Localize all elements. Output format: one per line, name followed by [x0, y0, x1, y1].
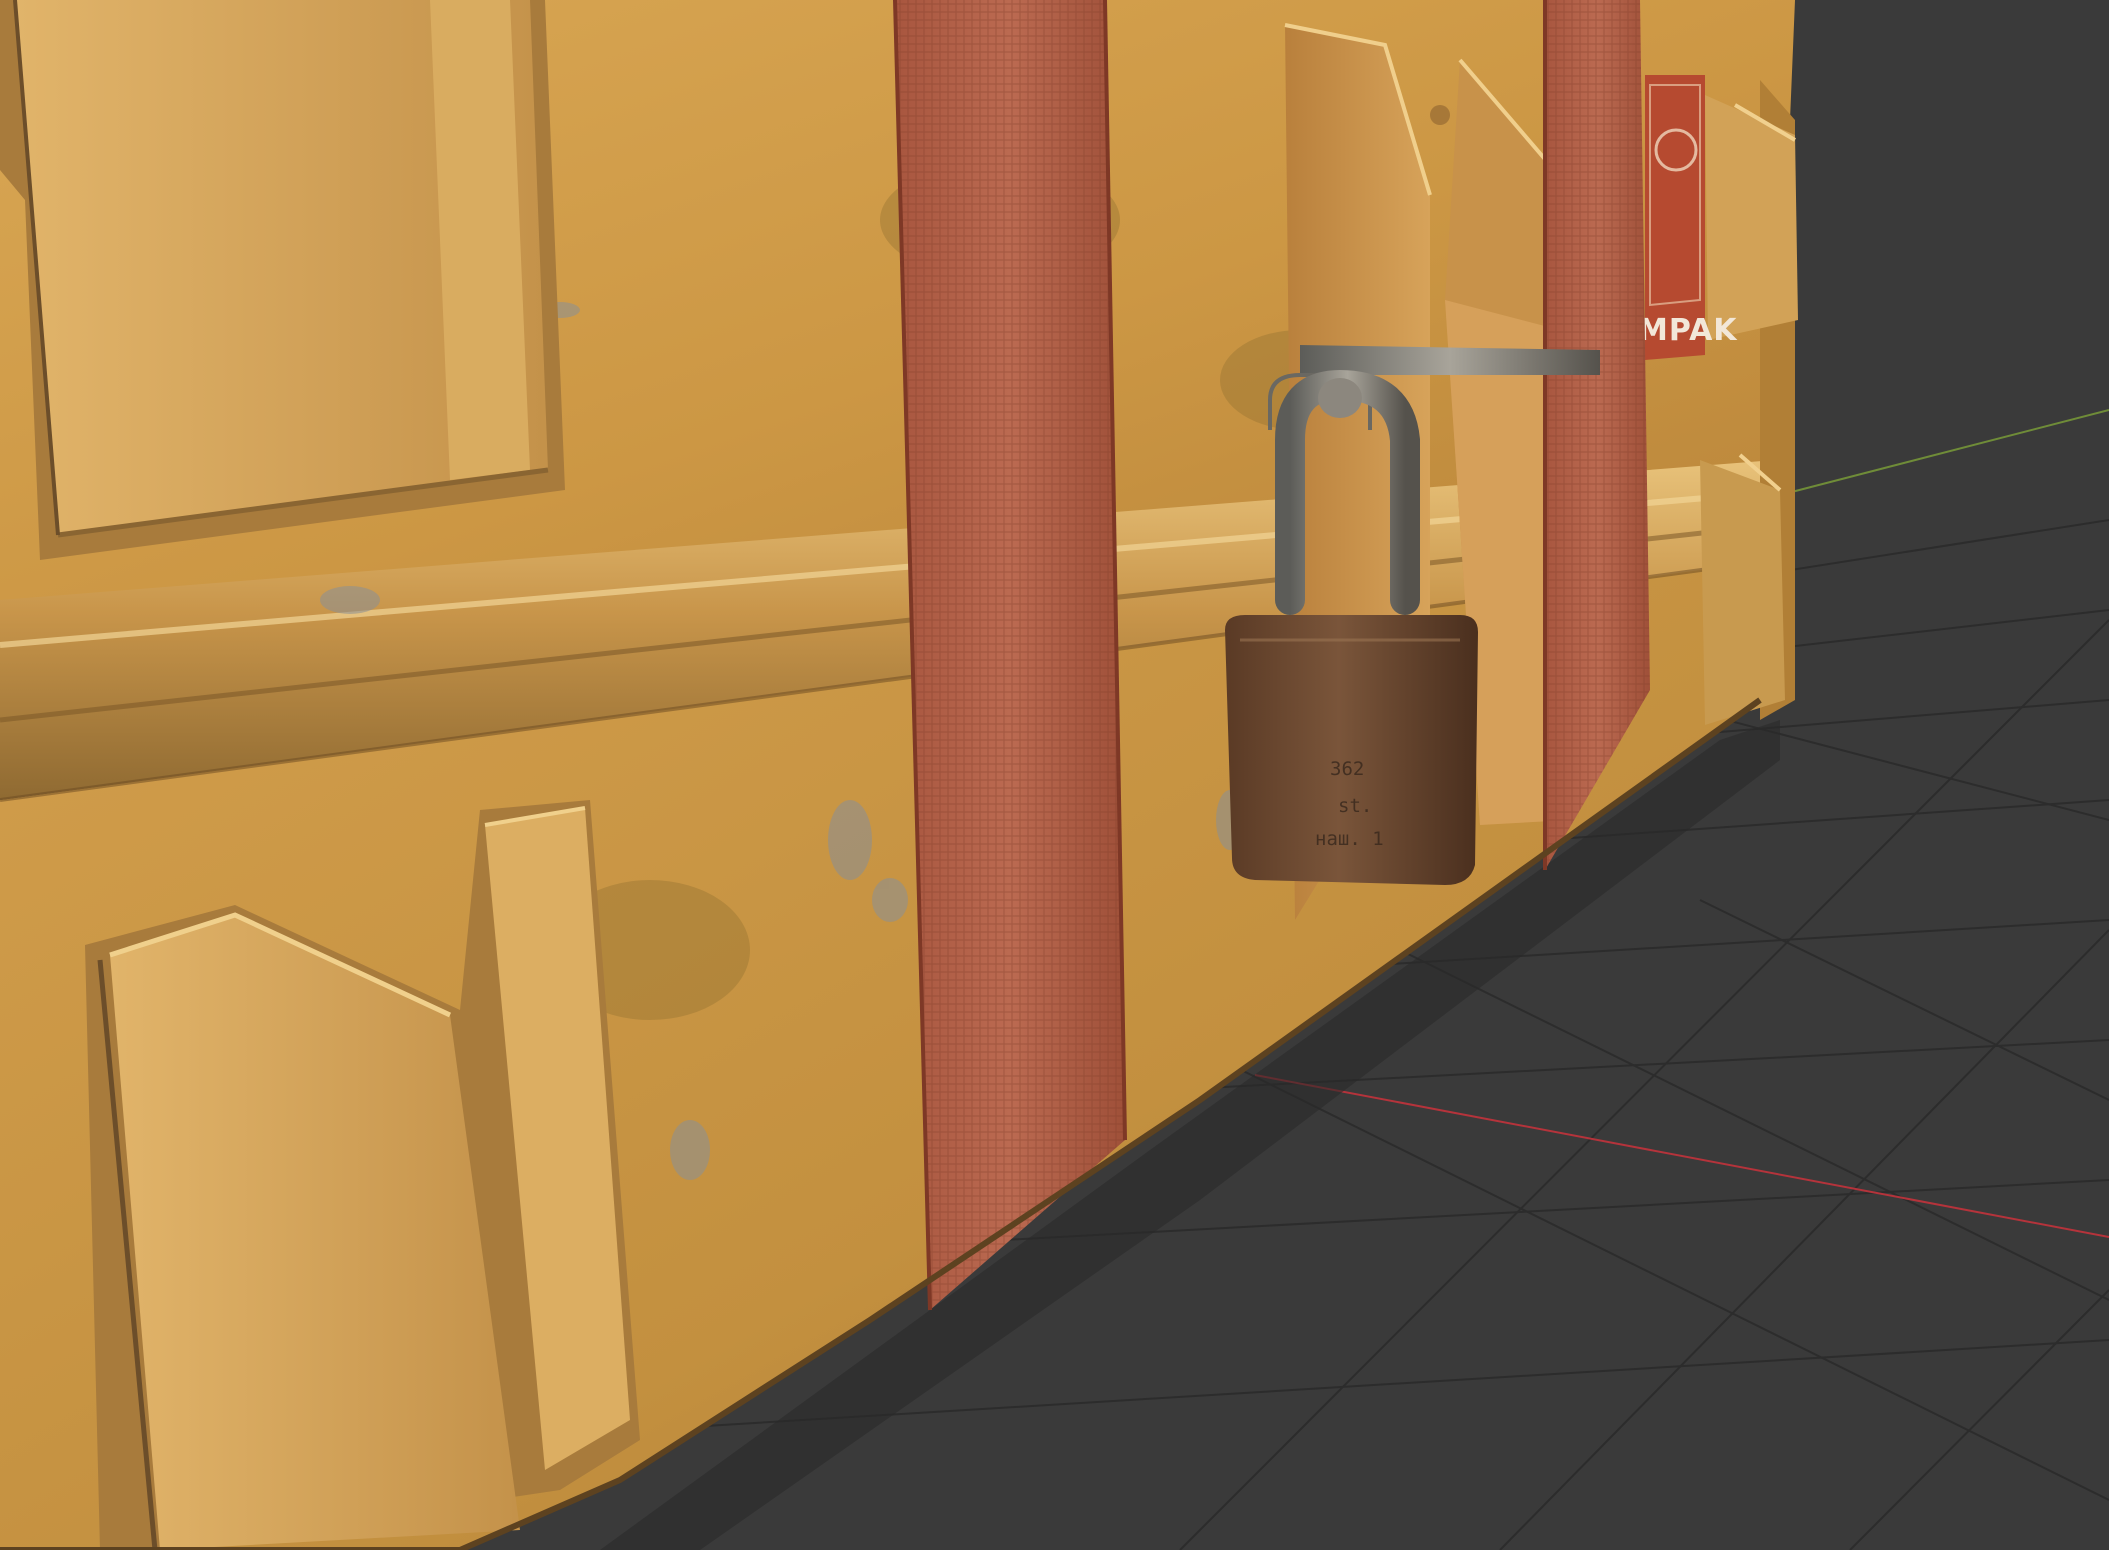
- 3d-viewport[interactable]: MPAK 362 st. наш. 1: [0, 0, 2109, 1550]
- strap-left: [893, 0, 1127, 1311]
- viewport-scene: MPAK 362 st. наш. 1: [0, 0, 2109, 1550]
- sticker-label: MPAK: [1638, 313, 1738, 348]
- padlock-stamp-2: st.: [1338, 795, 1372, 817]
- y-axis-line: [1779, 409, 2109, 496]
- padlock-stamp-1: 362: [1330, 758, 1364, 780]
- x-axis-line: [1254, 1074, 2109, 1238]
- upper-handle-plate: [0, 0, 565, 560]
- padlock-stamp-3: наш. 1: [1315, 828, 1384, 850]
